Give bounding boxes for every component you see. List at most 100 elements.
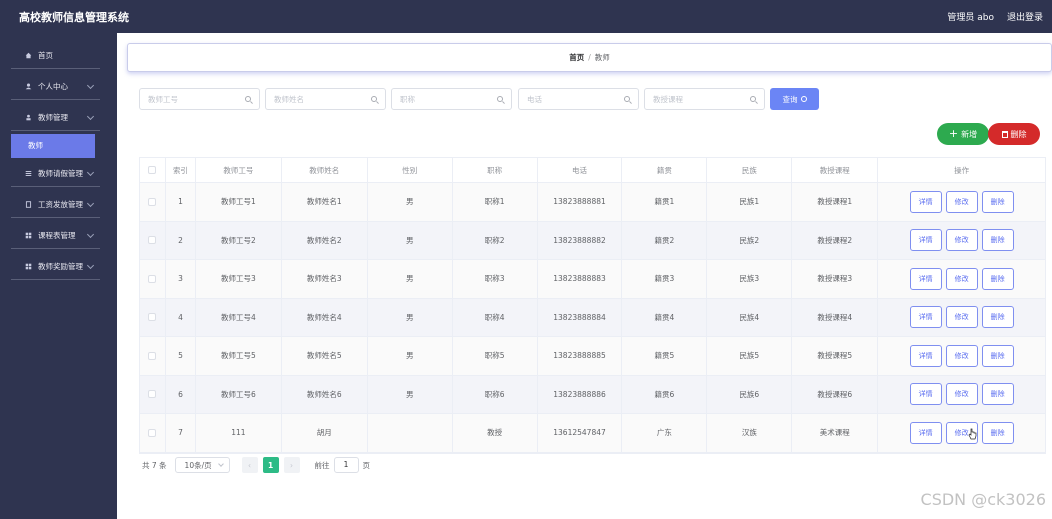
sidebar-subitem-teacher[interactable]: 教师	[11, 134, 95, 158]
search-teacher-name-input[interactable]	[266, 89, 366, 109]
search-icon	[750, 96, 756, 102]
delete-button[interactable]: 删除	[981, 383, 1014, 406]
search-course-input[interactable]	[645, 89, 745, 109]
row-checkbox[interactable]	[148, 428, 157, 437]
delete-button[interactable]: 删除	[981, 306, 1014, 329]
detail-button[interactable]: 详情	[909, 383, 942, 406]
search-title-field[interactable]	[391, 88, 512, 110]
cell-ethnicity: 民族6	[707, 375, 793, 413]
edit-button[interactable]: 修改	[945, 383, 978, 406]
operations-cell: 详情 修改 删除	[878, 260, 1045, 298]
logout-link[interactable]: 退出登录	[1007, 10, 1043, 23]
detail-button[interactable]: 详情	[909, 306, 942, 329]
delete-button[interactable]: 删除	[981, 421, 1014, 444]
sidebar-item-label: 教师奖励管理	[38, 262, 83, 271]
sidebar-item-profile[interactable]: 个人中心	[11, 74, 100, 100]
user-icon	[25, 83, 32, 90]
sidebar-item-home[interactable]: 首页	[11, 43, 100, 69]
edit-button[interactable]: 修改	[945, 306, 978, 329]
cell-title: 职称6	[453, 375, 538, 413]
cell-phone: 13823888884	[538, 298, 623, 336]
cell-native-place: 籍贯6	[622, 375, 708, 413]
delete-button[interactable]: 删除	[981, 344, 1014, 367]
top-header: 高校教师信息管理系统 管理员 abo 退出登录	[0, 0, 1052, 33]
goto-page-input[interactable]: 1	[333, 457, 359, 473]
sidebar-item-label: 课程表管理	[38, 231, 76, 240]
search-course-field[interactable]	[644, 88, 765, 110]
checkbox-cell	[140, 260, 166, 298]
cell-ethnicity: 汉族	[707, 414, 793, 452]
next-page-button[interactable]: ›	[283, 457, 300, 473]
search-teacher-no-input[interactable]	[140, 89, 240, 109]
table-row: 2 教师工号2 教师姓名2 男职称2 13823888882 籍贯2 民族2 教授课程2 详情修…	[140, 221, 1045, 260]
admin-label: 管理员 abo	[947, 13, 994, 23]
row-checkbox[interactable]	[148, 197, 157, 206]
edit-button[interactable]: 修改	[945, 190, 978, 213]
detail-button[interactable]: 详情	[909, 229, 942, 252]
checkbox-cell	[140, 183, 166, 221]
search-icon	[800, 96, 807, 102]
sidebar-item-salary[interactable]: 工资发放管理	[11, 192, 100, 218]
sidebar-item-label: 首页	[38, 51, 53, 60]
search-title-input[interactable]	[392, 89, 492, 109]
cell-native-place: 籍贯1	[622, 183, 708, 221]
page-number-button[interactable]: 1	[262, 457, 279, 473]
row-checkbox[interactable]	[148, 236, 157, 245]
checkbox-cell	[140, 221, 166, 259]
prev-page-button[interactable]: ‹	[241, 457, 258, 473]
goto-prefix: 前往	[314, 460, 330, 470]
table-body: 1 教师工号1 教师姓名1 男职称1 13823888881 籍贯1 民族1 教授课程1 详情修…	[140, 183, 1045, 453]
row-checkbox[interactable]	[148, 274, 157, 283]
cell-phone: 13823888886	[538, 375, 623, 413]
edit-button[interactable]: 修改	[945, 267, 978, 290]
cell-native-place: 广东	[622, 414, 708, 452]
select-all-checkbox[interactable]	[148, 166, 157, 174]
delete-button[interactable]: 删除	[981, 229, 1014, 252]
chevron-down-icon	[86, 199, 95, 208]
search-icon	[245, 96, 251, 102]
detail-button[interactable]: 详情	[909, 421, 942, 444]
cell-course: 教授课程4	[792, 298, 879, 336]
cell-phone: 13823888882	[538, 221, 623, 259]
detail-button[interactable]: 详情	[909, 267, 942, 290]
cell-title: 职称1	[453, 183, 538, 221]
cell-teacher-name: 教师姓名6	[282, 375, 368, 413]
delete-button[interactable]: 删除	[981, 190, 1014, 213]
table-row: 4 教师工号4 教师姓名4 男职称4 13823888884 籍贯4 民族4 教授课程4 详情修…	[140, 298, 1045, 337]
bulk-delete-button[interactable]: 删除	[988, 123, 1040, 145]
page-size-select[interactable]: 10条/页	[174, 457, 230, 473]
search-teacher-name-field[interactable]	[265, 88, 386, 110]
cell-native-place: 籍贯4	[622, 298, 708, 336]
cell-gender	[368, 414, 453, 452]
cell-gender: 男	[368, 375, 453, 413]
row-checkbox[interactable]	[148, 313, 157, 322]
delete-button[interactable]: 删除	[981, 267, 1014, 290]
sidebar-item-teacher[interactable]: 教师管理	[11, 105, 100, 131]
operations-cell: 详情 修改 删除	[878, 299, 1045, 337]
edit-button[interactable]: 修改	[945, 229, 978, 252]
cell-title: 教授	[453, 414, 538, 452]
query-button[interactable]: 查询	[770, 88, 819, 110]
cell-ethnicity: 民族2	[707, 221, 793, 259]
edit-button[interactable]: 修改	[945, 344, 978, 367]
sidebar-item-leave[interactable]: 教师请假管理	[11, 161, 100, 187]
cell-course: 教授课程5	[792, 337, 879, 375]
add-button[interactable]: + 新增	[937, 123, 989, 145]
cell-teacher-no: 教师工号6	[196, 375, 282, 413]
cell-native-place: 籍贯3	[622, 260, 708, 298]
detail-button[interactable]: 详情	[909, 190, 942, 213]
search-phone-field[interactable]	[518, 88, 639, 110]
row-checkbox[interactable]	[148, 351, 157, 360]
cell-phone: 13823888883	[538, 260, 623, 298]
search-teacher-no-field[interactable]	[139, 88, 260, 110]
cell-gender: 男	[368, 298, 453, 336]
add-button-label: 新增	[961, 129, 978, 139]
sidebar-item-reward[interactable]: 教师奖励管理	[11, 254, 100, 280]
breadcrumb-home[interactable]: 首页	[569, 53, 584, 62]
sidebar-item-schedule[interactable]: 课程表管理	[11, 223, 100, 249]
detail-button[interactable]: 详情	[909, 344, 942, 367]
cell-teacher-no: 教师工号2	[196, 221, 282, 259]
breadcrumb-current: 教师	[594, 53, 610, 62]
row-checkbox[interactable]	[148, 390, 157, 399]
search-phone-input[interactable]	[519, 89, 619, 109]
